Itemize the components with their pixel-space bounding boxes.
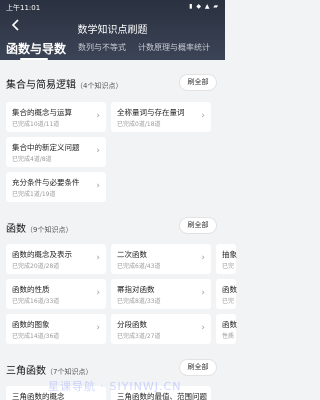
section-count: （9个知识点） xyxy=(26,226,73,234)
knowledge-card[interactable]: 函数的概念及表示 已完成20道/28道 › xyxy=(6,244,106,274)
card-name: 函数的概念及表示 xyxy=(12,250,72,259)
app-header: 上午11:01 ▮ ◆ ▲ ▰ 数学知识点刷题 函数与导数 数列与不等式 计数原… xyxy=(0,0,225,60)
chevron-right-icon: › xyxy=(96,181,100,191)
section-count: （4个知识点） xyxy=(76,82,123,90)
knowledge-card[interactable]: 全称量词与存在量词 已完成0道/18道 › xyxy=(111,102,211,132)
card-progress: 已完成3道/27道 xyxy=(117,333,161,340)
section-title-text: 集合与简易逻辑 xyxy=(6,80,76,91)
section-sets-logic: 集合与简易逻辑（4个知识点） 刷全部 集合的概念与运算 已完成10道/11道 ›… xyxy=(0,60,225,210)
card-name: 集合中的新定义问题 xyxy=(12,143,80,152)
knowledge-card[interactable]: 抽象 已完 xyxy=(216,244,237,274)
knowledge-card[interactable]: 二次函数 已完成6道/43道 › xyxy=(111,244,211,274)
practice-all-button[interactable]: 刷全部 xyxy=(179,359,217,376)
section-title-text: 三角函数 xyxy=(6,366,46,377)
knowledge-card[interactable]: 集合的概念与运算 已完成10道/11道 › xyxy=(6,102,106,132)
section-count: （7个知识点） xyxy=(46,368,93,376)
chevron-right-icon: › xyxy=(96,253,100,263)
chevron-right-icon: › xyxy=(201,323,205,333)
knowledge-card[interactable]: 充分条件与必要条件 已完成1道/19道 › xyxy=(6,172,106,202)
section-title: 三角函数（7个知识点） xyxy=(6,362,92,377)
card-name: 抽象 xyxy=(222,250,237,259)
card-progress: 已完成8道/33道 xyxy=(117,298,161,305)
card-name: 充分条件与必要条件 xyxy=(12,178,80,187)
knowledge-card[interactable]: 函数的性质 已完成16道/33道 › xyxy=(6,279,106,309)
chevron-right-icon: › xyxy=(96,146,100,156)
chevron-right-icon: › xyxy=(201,288,205,298)
card-progress: 已完成10道/11道 xyxy=(12,121,60,128)
chevron-right-icon: › xyxy=(201,111,205,121)
knowledge-card[interactable]: 集合中的新定义问题 已完成4道/8道 › xyxy=(6,137,106,167)
card-name: 分段函数 xyxy=(117,320,147,329)
card-name: 函数 xyxy=(222,285,237,294)
card-name: 函数的性质 xyxy=(12,285,50,294)
card-progress: 已完成6道/43道 xyxy=(117,263,161,270)
card-progress: 已完 xyxy=(222,298,235,305)
card-progress: 已完成0道/18道 xyxy=(117,121,161,128)
practice-all-button[interactable]: 刷全部 xyxy=(179,217,217,234)
practice-all-button[interactable]: 刷全部 xyxy=(179,74,217,91)
section-functions: 函数（9个知识点） 刷全部 函数的概念及表示 已完成20道/28道 › 二次函数… xyxy=(0,210,237,350)
card-name: 集合的概念与运算 xyxy=(12,108,72,117)
section-title: 集合与简易逻辑（4个知识点） xyxy=(6,76,122,91)
status-icons: ▮ ◆ ▲ ▰ xyxy=(189,3,219,10)
chevron-right-icon: › xyxy=(96,111,100,121)
chevron-right-icon: › xyxy=(201,253,205,263)
watermark-text: 星课导航 · SIYINWJ.CN xyxy=(48,380,182,393)
category-tabs: 函数与导数 数列与不等式 计数原理与概率统计 xyxy=(0,40,225,60)
knowledge-card[interactable]: 函数 已完 xyxy=(216,279,237,309)
section-title: 函数（9个知识点） xyxy=(6,220,72,235)
card-name: 全称量词与存在量词 xyxy=(117,108,185,117)
card-progress: 已完成14道/36道 xyxy=(12,333,60,340)
knowledge-card[interactable]: 分段函数 已完成3道/27道 › xyxy=(111,314,211,344)
tab-counting-probability[interactable]: 计数原理与概率统计 xyxy=(138,42,210,53)
card-progress: 已完成4道/8道 xyxy=(12,156,52,163)
card-progress: 已完成1道/19道 xyxy=(12,191,56,198)
card-name: 二次函数 xyxy=(117,250,147,259)
knowledge-card[interactable]: 函数 性质 xyxy=(216,314,237,344)
card-name: 幂指对函数 xyxy=(117,285,155,294)
tab-sequences-inequalities[interactable]: 数列与不等式 xyxy=(78,42,126,53)
tab-functions-derivatives[interactable]: 函数与导数 xyxy=(6,40,66,57)
status-time: 上午11:01 xyxy=(6,4,41,12)
section-title-text: 函数 xyxy=(6,224,26,235)
chevron-right-icon: › xyxy=(96,288,100,298)
card-progress: 性质 xyxy=(222,333,235,340)
status-bar: 上午11:01 ▮ ◆ ▲ ▰ xyxy=(0,0,225,14)
chevron-right-icon: › xyxy=(96,323,100,333)
card-progress: 已完 xyxy=(222,263,235,270)
card-name: 函数 xyxy=(222,320,237,329)
knowledge-card[interactable]: 幂指对函数 已完成8道/33道 › xyxy=(111,279,211,309)
knowledge-card[interactable]: 函数的图象 已完成14道/36道 › xyxy=(6,314,106,344)
card-progress: 已完成16道/33道 xyxy=(12,298,60,305)
card-name: 函数的图象 xyxy=(12,320,50,329)
card-progress: 已完成20道/28道 xyxy=(12,263,60,270)
page-title: 数学知识点刷题 xyxy=(77,25,148,36)
